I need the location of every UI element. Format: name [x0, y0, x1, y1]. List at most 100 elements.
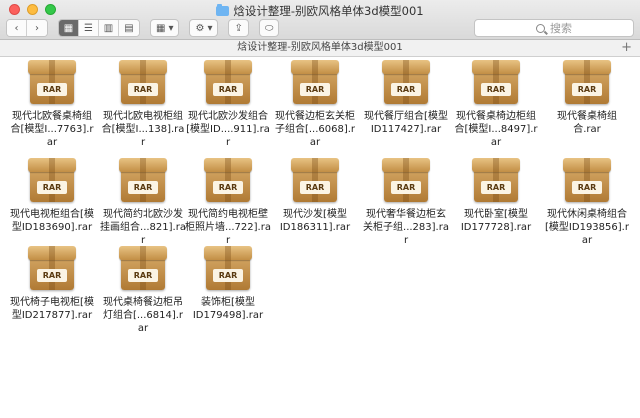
file-item[interactable]: RAR 现代休闲桌椅组合 [模型ID193856].rar	[544, 156, 630, 247]
file-name-line1: 现代奢华餐边柜玄	[366, 209, 446, 220]
file-item[interactable]: RAR 装饰柜[模型 ID179498].rar	[185, 244, 271, 322]
rar-badge: RAR	[213, 83, 243, 96]
view-mode-buttons: ▦ ☰ ▥ ▤	[58, 19, 140, 37]
file-name: 现代简约北欧沙发 挂画组合...821].rar	[100, 208, 186, 247]
tag-icon: ⬭	[264, 22, 274, 34]
file-item[interactable]: RAR 现代北欧餐桌椅组 合[模型I...7763].rar	[9, 58, 95, 149]
file-name: 现代沙发[模型 ID186311].rar	[272, 208, 358, 234]
file-name-line2: 型ID217877].rar	[11, 310, 93, 321]
file-name-line1: 现代电视柜组合[模	[10, 209, 94, 220]
file-name-line2: 子组合[...6068].rar	[274, 124, 356, 148]
file-item[interactable]: RAR 现代椅子电视柜[模 型ID217877].rar	[9, 244, 95, 322]
rar-badge: RAR	[37, 269, 67, 282]
file-name-line2: [模型ID193856].rar	[545, 222, 629, 246]
file-item[interactable]: RAR 现代北欧电视柜组 合[模型I...138].rar	[100, 58, 186, 149]
file-name-line2: 型ID183690].rar	[11, 222, 93, 233]
rar-badge: RAR	[37, 181, 67, 194]
tab-bar: 焓设计整理-别欧风格单体3d模型001 +	[0, 40, 640, 57]
file-item[interactable]: RAR 现代桌椅餐边柜吊 灯组合[...6814].rar	[100, 244, 186, 335]
title-bar: 焓设计整理-别欧风格单体3d模型001 ‹ › ▦ ☰ ▥ ▤ ▦ ▾ ⚙ ▾	[0, 0, 640, 40]
file-name-line1: 现代餐厅组合[模型	[364, 111, 448, 122]
rar-badge: RAR	[391, 83, 421, 96]
file-item[interactable]: RAR 现代北欧沙发组合 [模型ID....911].rar	[185, 58, 271, 149]
rar-badge: RAR	[213, 181, 243, 194]
rar-archive-icon: RAR	[204, 58, 252, 106]
file-name-line2: [模型ID....911].rar	[186, 124, 270, 148]
file-item[interactable]: RAR 现代餐桌椅组 合.rar	[544, 58, 630, 136]
gear-icon: ⚙	[195, 22, 205, 34]
file-item[interactable]: RAR 现代餐边柜玄关柜 子组合[...6068].rar	[272, 58, 358, 149]
chevron-down-icon: ▾	[168, 22, 174, 34]
window-title: 焓设计整理-别欧风格单体3d模型001	[0, 3, 640, 19]
forward-button[interactable]: ›	[27, 20, 47, 36]
rar-archive-icon: RAR	[119, 244, 167, 292]
rar-archive-icon: RAR	[563, 156, 611, 204]
view-icons-button[interactable]: ▦	[59, 20, 79, 36]
chevron-right-icon: ›	[35, 22, 39, 34]
file-name-line1: 现代北欧沙发组合	[188, 111, 268, 122]
file-name-line1: 现代简约北欧沙发	[103, 209, 183, 220]
file-name-line2: ID177728].rar	[460, 222, 532, 233]
new-tab-button[interactable]: +	[621, 40, 632, 56]
file-name: 现代餐桌椅组 合.rar	[544, 110, 630, 136]
view-columns-button[interactable]: ▥	[99, 20, 119, 36]
grid-icon: ▦	[63, 22, 74, 34]
file-name-line2: ID186311].rar	[279, 222, 351, 233]
tags-button[interactable]: ⬭	[258, 19, 280, 37]
file-item[interactable]: RAR 现代餐厅组合[模型 ID117427].rar	[363, 58, 449, 136]
chevron-down-icon: ▾	[207, 22, 213, 34]
file-name: 现代休闲桌椅组合 [模型ID193856].rar	[544, 208, 630, 247]
file-item[interactable]: RAR 现代餐桌椅边柜组 合[模型I...8497].rar	[453, 58, 539, 149]
file-name-line1: 现代卧室[模型	[464, 209, 528, 220]
rar-archive-icon: RAR	[382, 58, 430, 106]
file-name: 现代餐桌椅边柜组 合[模型I...8497].rar	[453, 110, 539, 149]
file-name-line1: 装饰柜[模型	[201, 297, 255, 308]
group-by-button[interactable]: ▦ ▾	[150, 19, 180, 37]
file-name-line2: 关柜子组...283].rar	[363, 222, 449, 246]
rar-archive-icon: RAR	[291, 156, 339, 204]
view-gallery-button[interactable]: ▤	[119, 20, 139, 36]
rar-archive-icon: RAR	[563, 58, 611, 106]
window-title-text: 焓设计整理-别欧风格单体3d模型001	[233, 4, 424, 18]
file-name-line1: 现代餐边柜玄关柜	[275, 111, 355, 122]
folder-icon	[216, 4, 230, 16]
file-grid: RAR 现代北欧餐桌椅组 合[模型I...7763].rar RAR 现代北欧电视柜组合…	[0, 58, 640, 418]
file-name-line1: 现代椅子电视柜[模	[10, 297, 94, 308]
file-name: 现代餐边柜玄关柜子组合[...6068].rar	[272, 110, 358, 149]
file-item[interactable]: RAR 现代简约电视柜壁 柜照片墙...722].rar	[185, 156, 271, 247]
rar-archive-icon: RAR	[204, 156, 252, 204]
rar-badge: RAR	[391, 181, 421, 194]
file-item[interactable]: RAR 现代卧室[模型 ID177728].rar	[453, 156, 539, 234]
file-name: 现代椅子电视柜[模 型ID217877].rar	[9, 296, 95, 322]
rar-badge: RAR	[572, 83, 602, 96]
file-name: 现代餐厅组合[模型 ID117427].rar	[363, 110, 449, 136]
rar-badge: RAR	[128, 269, 158, 282]
file-name-line1: 现代沙发[模型	[283, 209, 347, 220]
file-item[interactable]: RAR 现代电视柜组合[模 型ID183690].rar	[9, 156, 95, 234]
rar-archive-icon: RAR	[28, 244, 76, 292]
gallery-icon: ▤	[124, 22, 134, 34]
rar-archive-icon: RAR	[382, 156, 430, 204]
view-list-button[interactable]: ☰	[79, 20, 99, 36]
file-item[interactable]: RAR 现代沙发[模型 ID186311].rar	[272, 156, 358, 234]
action-button[interactable]: ⚙ ▾	[189, 19, 219, 37]
search-field[interactable]: 搜索	[474, 19, 634, 37]
file-name-line2: 合[模型I...7763].rar	[10, 124, 94, 148]
nav-buttons: ‹ ›	[6, 19, 48, 37]
file-name-line1: 现代休闲桌椅组合	[547, 209, 627, 220]
file-item[interactable]: RAR 现代简约北欧沙发 挂画组合...821].rar	[100, 156, 186, 247]
file-name: 现代北欧餐桌椅组 合[模型I...7763].rar	[9, 110, 95, 149]
back-button[interactable]: ‹	[7, 20, 27, 36]
tab-title[interactable]: 焓设计整理-别欧风格单体3d模型001	[237, 42, 402, 53]
file-name: 装饰柜[模型 ID179498].rar	[185, 296, 271, 322]
file-name-line2: ID117427].rar	[370, 124, 442, 135]
rar-archive-icon: RAR	[204, 244, 252, 292]
search-placeholder: 搜索	[550, 22, 572, 35]
file-name: 现代电视柜组合[模 型ID183690].rar	[9, 208, 95, 234]
share-button[interactable]: ⇪	[228, 19, 249, 37]
file-item[interactable]: RAR 现代奢华餐边柜玄关柜子组...283].rar	[363, 156, 449, 247]
file-name-line1: 现代餐桌椅边柜组	[456, 111, 536, 122]
rar-badge: RAR	[572, 181, 602, 194]
file-name: 现代卧室[模型 ID177728].rar	[453, 208, 539, 234]
rar-badge: RAR	[213, 269, 243, 282]
